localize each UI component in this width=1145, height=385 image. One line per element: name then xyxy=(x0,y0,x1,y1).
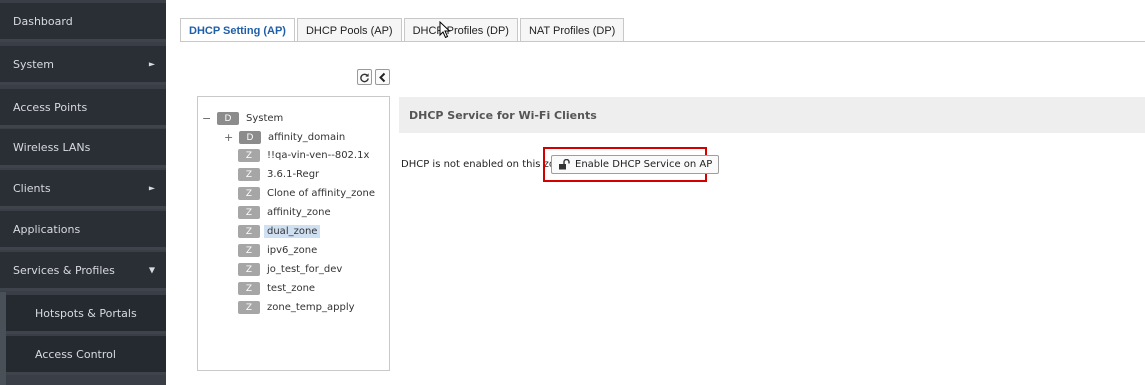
zone-badge: Z xyxy=(238,301,260,314)
tree-node-zone[interactable]: Z jo_test_for_dev xyxy=(238,262,345,277)
sidebar-item-wireless-lans[interactable]: Wireless LANs xyxy=(0,129,166,168)
sidebar-item-label: Clients xyxy=(13,181,51,195)
tab-nat-profiles-dp[interactable]: NAT Profiles (DP) xyxy=(519,18,625,42)
tree-node-zone-selected[interactable]: Z dual_zone xyxy=(238,224,321,239)
section-title: DHCP Service for Wi-Fi Clients xyxy=(409,108,597,122)
tab-bar: DHCP Setting (AP) DHCP Pools (AP) DHCP P… xyxy=(180,18,626,42)
tree-node-domain[interactable]: + D affinity_domain xyxy=(224,130,348,145)
sidebar-item-label: System xyxy=(13,57,55,71)
tree-node-label[interactable]: affinity_domain xyxy=(265,131,348,144)
tree-node-label[interactable]: System xyxy=(243,112,286,125)
caret-down-icon: ▼ xyxy=(148,265,155,275)
sidebar-item-applications[interactable]: Applications xyxy=(0,211,166,250)
sidebar: Dashboard System ► Access Points Wireles… xyxy=(0,0,166,385)
sidebar-item-label: Access Control xyxy=(35,347,116,361)
tree-node-label[interactable]: ipv6_zone xyxy=(264,244,320,257)
tree-node-label[interactable]: 3.6.1-Regr xyxy=(264,168,322,181)
sidebar-item-services-profiles[interactable]: Services & Profiles ▼ xyxy=(0,252,166,291)
enable-dhcp-label: Enable DHCP Service on AP xyxy=(575,159,713,170)
sidebar-item-label: Wireless LANs xyxy=(13,140,91,154)
sidebar-item-label: Dashboard xyxy=(13,14,73,28)
zone-badge: Z xyxy=(238,282,260,295)
tree-node-label[interactable]: !!qa-vin-ven--802.1x xyxy=(264,149,372,162)
domain-badge: D xyxy=(239,131,261,144)
tree-node-label[interactable]: zone_temp_apply xyxy=(264,301,358,314)
sidebar-item-label: Applications xyxy=(13,222,81,236)
caret-right-icon: ► xyxy=(148,183,155,193)
tree-node-system[interactable]: − D System xyxy=(202,111,286,126)
tree-node-zone[interactable]: Z Clone of affinity_zone xyxy=(238,186,378,201)
zone-badge: Z xyxy=(238,168,260,181)
expand-toggle-icon[interactable]: + xyxy=(224,131,234,144)
unlock-icon xyxy=(559,159,570,170)
collapse-toggle-icon[interactable]: − xyxy=(202,112,212,125)
sidebar-item-dashboard[interactable]: Dashboard xyxy=(0,3,166,42)
zone-badge: Z xyxy=(238,206,260,219)
chevron-left-icon xyxy=(379,72,386,82)
sidebar-item-access-points[interactable]: Access Points xyxy=(0,89,166,128)
zone-badge: Z xyxy=(238,225,260,238)
refresh-icon xyxy=(360,72,369,82)
zone-tree: − D System + D affinity_domain Z !!qa-vi… xyxy=(197,96,390,371)
tree-node-zone[interactable]: Z 3.6.1-Regr xyxy=(238,167,322,182)
enable-dhcp-button[interactable]: Enable DHCP Service on AP xyxy=(551,155,720,174)
caret-right-icon: ► xyxy=(148,59,155,69)
zone-badge: Z xyxy=(238,149,260,162)
domain-badge: D xyxy=(217,112,239,125)
tree-node-zone[interactable]: Z test_zone xyxy=(238,281,318,296)
tab-dhcp-profiles-dp[interactable]: DHCP Profiles (DP) xyxy=(403,18,518,42)
sidebar-item-clients[interactable]: Clients ► xyxy=(0,170,166,209)
tree-node-zone[interactable]: Z ipv6_zone xyxy=(238,243,320,258)
zone-badge: Z xyxy=(238,187,260,200)
tree-node-label[interactable]: Clone of affinity_zone xyxy=(264,187,378,200)
tree-node-label[interactable]: test_zone xyxy=(264,282,318,295)
refresh-button[interactable] xyxy=(357,69,372,85)
tree-node-zone[interactable]: Z zone_temp_apply xyxy=(238,300,358,315)
section-header: DHCP Service for Wi-Fi Clients xyxy=(399,97,1145,133)
sidebar-item-system[interactable]: System ► xyxy=(0,46,166,85)
sidebar-item-label: Access Points xyxy=(13,100,88,114)
sidebar-item-access-control[interactable]: Access Control xyxy=(6,336,166,375)
tab-divider xyxy=(180,41,1145,42)
tree-node-zone[interactable]: Z affinity_zone xyxy=(238,205,334,220)
collapse-button[interactable] xyxy=(375,69,390,85)
zone-badge: Z xyxy=(238,263,260,276)
tree-node-label[interactable]: dual_zone xyxy=(264,225,321,238)
sidebar-item-label: Hotspots & Portals xyxy=(35,306,137,320)
tree-node-label[interactable]: jo_test_for_dev xyxy=(264,263,345,276)
sidebar-item-hotspots-portals[interactable]: Hotspots & Portals xyxy=(6,295,166,334)
tree-node-zone[interactable]: Z !!qa-vin-ven--802.1x xyxy=(238,148,372,163)
tree-node-label[interactable]: affinity_zone xyxy=(264,206,334,219)
zone-badge: Z xyxy=(238,244,260,257)
tab-dhcp-pools-ap[interactable]: DHCP Pools (AP) xyxy=(296,18,402,42)
sidebar-item-label: Services & Profiles xyxy=(13,263,115,277)
tab-dhcp-setting-ap[interactable]: DHCP Setting (AP) xyxy=(180,18,295,42)
mouse-pointer-icon xyxy=(439,21,451,39)
